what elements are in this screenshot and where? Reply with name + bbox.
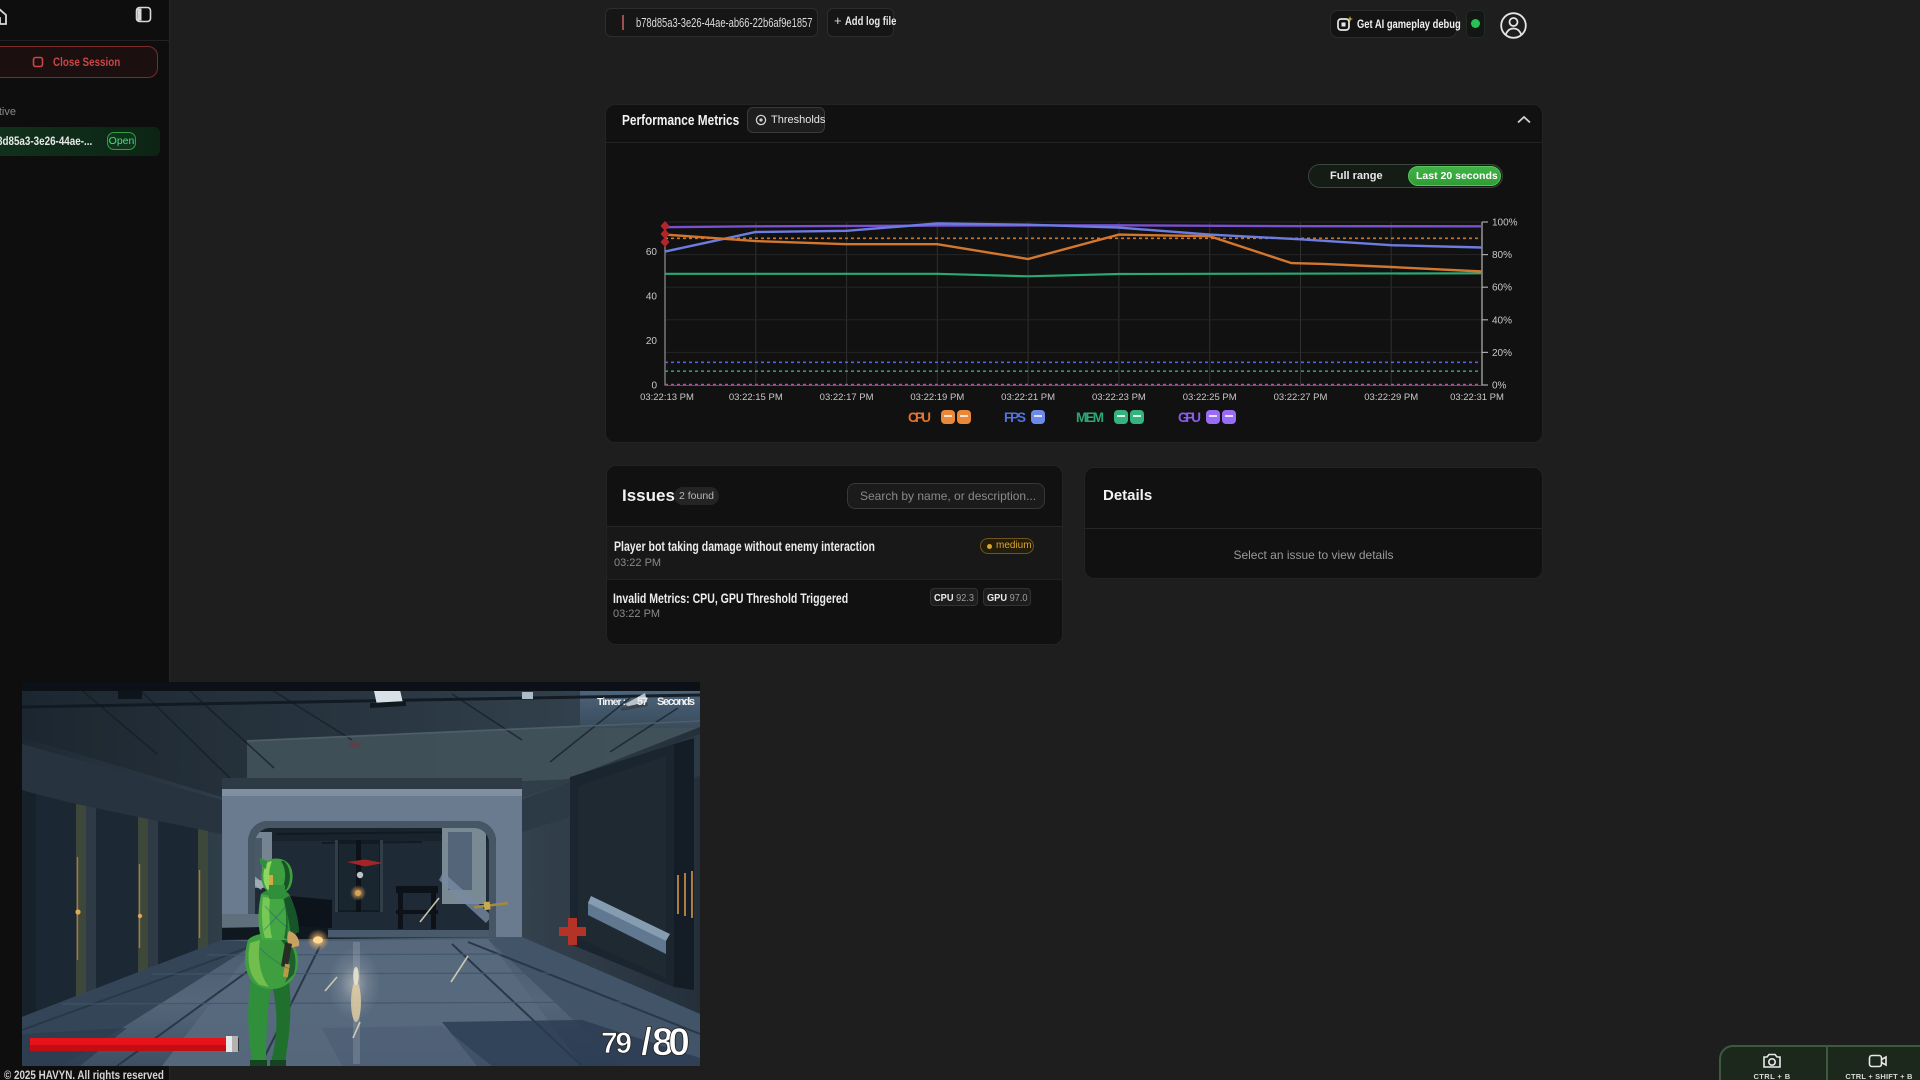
svg-text:03:22:15 PM: 03:22:15 PM [729, 392, 783, 403]
svg-text:03:22:31 PM: 03:22:31 PM [1450, 392, 1504, 403]
svg-text:57: 57 [637, 696, 648, 708]
svg-text:60%: 60% [1492, 283, 1512, 294]
svg-text:FPS: FPS [1004, 410, 1026, 425]
svg-text:03:22:27 PM: 03:22:27 PM [1274, 392, 1328, 403]
svg-text:03:22:19 PM: 03:22:19 PM [910, 392, 964, 403]
svg-text:Timer :: Timer : [597, 696, 626, 708]
svg-text:0: 0 [651, 381, 657, 392]
svg-text:03:22:17 PM: 03:22:17 PM [820, 392, 874, 403]
svg-text:03:22:21 PM: 03:22:21 PM [1001, 392, 1055, 403]
svg-text:03:22:29 PM: 03:22:29 PM [1364, 392, 1418, 403]
svg-text:79: 79 [601, 1027, 632, 1060]
svg-text:/ 80: / 80 [641, 1021, 690, 1064]
svg-text:20%: 20% [1492, 348, 1512, 359]
svg-text:0%: 0% [1492, 381, 1507, 392]
svg-text:Seconds: Seconds [657, 696, 695, 708]
svg-text:GPU: GPU [1178, 410, 1201, 425]
svg-text:03:22:25 PM: 03:22:25 PM [1183, 392, 1237, 403]
svg-text:60: 60 [646, 247, 658, 258]
svg-text:100%: 100% [1492, 218, 1518, 229]
svg-text:03:22:13 PM: 03:22:13 PM [640, 392, 694, 403]
svg-text:40%: 40% [1492, 315, 1512, 326]
svg-text:20: 20 [646, 336, 658, 347]
svg-text:03:22:23 PM: 03:22:23 PM [1092, 392, 1146, 403]
svg-text:80%: 80% [1492, 250, 1512, 261]
svg-text:MEM: MEM [1076, 410, 1104, 425]
svg-text:40: 40 [646, 292, 658, 303]
svg-text:CPU: CPU [908, 410, 931, 425]
